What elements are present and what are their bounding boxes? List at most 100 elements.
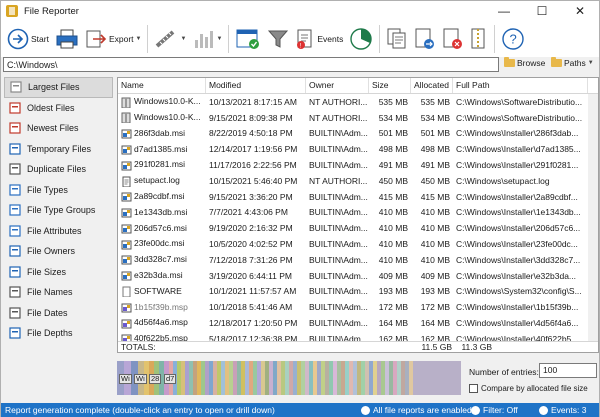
- move-file-icon: [415, 28, 435, 49]
- paths-button[interactable]: Paths ▼: [551, 57, 594, 68]
- sidebar-item-label: File Depths: [27, 328, 73, 339]
- copy-button[interactable]: [383, 23, 411, 55]
- table-row[interactable]: setupact.log 10/15/2021 5:46:40 PM NT AUTH…: [118, 173, 598, 189]
- cell-name: d7ad1385.msi: [118, 144, 206, 155]
- cell-modified: 11/17/2016 2:22:56 PM: [209, 160, 297, 171]
- cell-path: C:\Windows\Installer\23fe00dc...: [456, 239, 578, 250]
- table-row[interactable]: 23fe00dc.msi 10/5/2020 4:02:52 PM BUILTIN\…: [118, 236, 598, 252]
- cell-path: C:\Windows\SoftwareDistributio...: [456, 112, 583, 123]
- sidebar-item-largest-files[interactable]: Largest Files: [4, 77, 113, 98]
- sidebar-item-file-attributes[interactable]: File Attributes: [4, 221, 113, 242]
- checkbox-box[interactable]: [469, 384, 478, 393]
- column-header-allocated[interactable]: Allocated: [411, 78, 453, 93]
- totals-allocated: 11.3 GB: [461, 342, 492, 352]
- entries-input[interactable]: 100: [539, 363, 597, 378]
- cell-size: 501 MB: [378, 128, 408, 139]
- table-row[interactable]: 286f3dab.msi 8/22/2019 4:50:18 PM BUILTIN\…: [118, 126, 598, 142]
- table-row[interactable]: 2a89cdbf.msi 9/15/2021 3:36:20 PM BUILTIN\…: [118, 189, 598, 205]
- folder-icon: [504, 57, 515, 67]
- maximize-button[interactable]: ☐: [523, 1, 561, 21]
- path-input[interactable]: C:\Windows\: [3, 57, 499, 72]
- start-button[interactable]: Start: [1, 23, 52, 55]
- browse-button[interactable]: Browse: [504, 57, 545, 68]
- cell-owner: BUILTIN\Adm...: [309, 286, 368, 297]
- table-row[interactable]: Windows10.0-K... 10/13/2021 8:17:15 AM NT …: [118, 94, 598, 110]
- minimize-button[interactable]: —: [485, 1, 523, 21]
- cell-allocated: 498 MB: [420, 144, 450, 155]
- sidebar-item-file-type-groups[interactable]: File Type Groups: [4, 200, 113, 221]
- table-row[interactable]: 291f0281.msi 11/17/2016 2:22:56 PM BUILTIN…: [118, 157, 598, 173]
- sidebar-item-file-depths[interactable]: File Depths: [4, 323, 113, 344]
- cell-modified: 12/18/2017 1:20:50 PM: [209, 318, 298, 329]
- vertical-scrollbar[interactable]: [588, 94, 598, 341]
- column-header-full-path[interactable]: Full Path: [453, 78, 588, 93]
- cell-allocated: 415 MB: [420, 191, 450, 202]
- cell-path: C:\Windows\Installer\206d57c6...: [456, 223, 581, 234]
- sidebar-item-file-types[interactable]: File Types: [4, 180, 113, 201]
- clock-icon: [9, 143, 22, 155]
- close-button[interactable]: ✕: [561, 1, 599, 21]
- events-icon: !: [297, 29, 312, 50]
- move-button[interactable]: [411, 23, 439, 55]
- column-header-size[interactable]: Size: [369, 78, 411, 93]
- totals-row: TOTALS: 11.5 GB 11.3 GB: [118, 341, 598, 352]
- column-header-modified[interactable]: Modified: [206, 78, 306, 93]
- sidebar-item-file-owners[interactable]: File Owners: [4, 241, 113, 262]
- msi-file-icon: [121, 239, 132, 250]
- table-row[interactable]: 4d56f4a6.msp 12/18/2017 1:20:50 PM BUILTIN…: [118, 315, 598, 331]
- filter-status-icon: [471, 406, 480, 416]
- toolbar-separator: [379, 25, 381, 53]
- table-row[interactable]: d7ad1385.msi 12/14/2017 1:19:56 PM BUILTIN…: [118, 141, 598, 157]
- table-row[interactable]: SOFTWARE 10/1/2021 11:57:57 AM BUILTIN\Adm…: [118, 284, 598, 300]
- table-row[interactable]: 3dd328c7.msi 7/12/2018 7:31:26 PM BUILTIN\…: [118, 252, 598, 268]
- cell-path: C:\Windows\Installer\2a89cdbf...: [456, 191, 578, 202]
- help-button[interactable]: ?: [498, 23, 528, 55]
- export-button[interactable]: Export ▼: [82, 23, 145, 55]
- sidebar-item-newest-files[interactable]: Newest Files: [4, 118, 113, 139]
- cell-path: C:\Windows\Installer\1e1343db...: [456, 207, 581, 218]
- cell-owner: BUILTIN\Adm...: [309, 270, 368, 281]
- gear-icon: [361, 406, 370, 416]
- sidebar-item-label: File Attributes: [27, 225, 82, 236]
- print-button[interactable]: [52, 23, 82, 55]
- compare-label: Compare by allocated file size: [481, 384, 588, 393]
- sidebar-item-file-names[interactable]: File Names: [4, 282, 113, 303]
- totals-size: 11.5 GB: [421, 342, 452, 352]
- depth-icon: [9, 327, 22, 339]
- cell-owner: BUILTIN\Adm...: [309, 302, 368, 313]
- cell-size: 534 MB: [378, 112, 408, 123]
- pie-chart-button[interactable]: [346, 23, 376, 55]
- cell-size: 409 MB: [378, 270, 408, 281]
- sidebar-item-label: Temporary Files: [27, 143, 92, 154]
- column-header-owner[interactable]: Owner: [306, 78, 369, 93]
- table-row[interactable]: Windows10.0-K... 9/15/2021 8:09:38 PM NT A…: [118, 110, 598, 126]
- events-status[interactable]: Events: 3: [539, 405, 586, 416]
- reports-status[interactable]: All file reports are enabled: [361, 405, 472, 416]
- treemap-tile[interactable]: [413, 361, 461, 395]
- cell-owner: BUILTIN\Adm...: [309, 254, 368, 265]
- sidebar-item-file-dates[interactable]: File Dates: [4, 303, 113, 324]
- column-header-name[interactable]: Name: [118, 78, 206, 93]
- tools-button[interactable]: ▼: [151, 23, 189, 55]
- delete-button[interactable]: [439, 23, 467, 55]
- sidebar-item-duplicate-files[interactable]: Duplicate Files: [4, 159, 113, 180]
- cell-name: 1b15f39b.msp: [118, 302, 206, 313]
- compare-allocated-checkbox[interactable]: Compare by allocated file size: [469, 384, 588, 393]
- events-button[interactable]: ! Events: [292, 23, 346, 55]
- sidebar-item-file-sizes[interactable]: File Sizes: [4, 262, 113, 283]
- sidebar-item-label: Newest Files: [27, 123, 79, 134]
- chart-button[interactable]: ▼: [189, 23, 225, 55]
- sidebar-item-oldest-files[interactable]: Oldest Files: [4, 98, 113, 119]
- table-row[interactable]: e32b3da.msi 3/19/2020 6:44:11 PM BUILTIN\A…: [118, 268, 598, 284]
- table-row[interactable]: 1e1343db.msi 7/7/2021 4:43:06 PM BUILTIN\A…: [118, 205, 598, 221]
- cell-allocated: 410 MB: [420, 239, 450, 250]
- msi-file-icon: [121, 270, 132, 281]
- filter-button[interactable]: [264, 23, 292, 55]
- table-row[interactable]: 1b15f39b.msp 10/1/2018 5:41:46 AM BUILTIN\…: [118, 299, 598, 315]
- sidebar-item-temporary-files[interactable]: Temporary Files: [4, 139, 113, 160]
- filter-status[interactable]: Filter: Off: [471, 405, 518, 416]
- table-row[interactable]: 206d57c6.msi 9/19/2020 2:16:32 PM BUILTIN\…: [118, 220, 598, 236]
- select-columns-button[interactable]: [232, 23, 264, 55]
- cell-size: 410 MB: [378, 207, 408, 218]
- compress-button[interactable]: [467, 23, 491, 55]
